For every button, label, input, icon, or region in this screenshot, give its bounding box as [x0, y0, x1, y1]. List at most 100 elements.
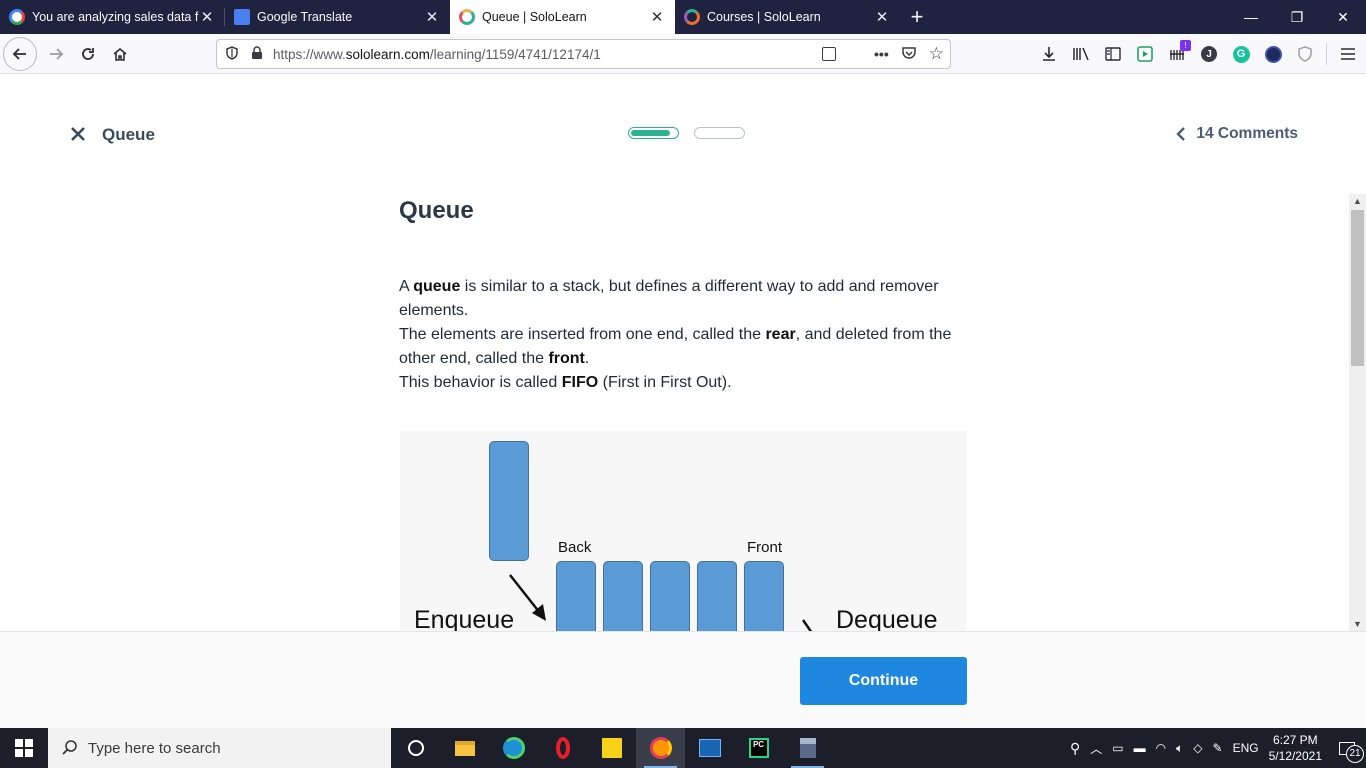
queue-element: [697, 561, 737, 631]
progress-step-2[interactable]: [694, 127, 745, 139]
meet-now-icon[interactable]: ▭: [1112, 741, 1123, 755]
language-indicator[interactable]: ENG: [1233, 741, 1259, 755]
reader-view-icon[interactable]: [822, 47, 837, 61]
window-controls: — ❐ ✕: [1228, 0, 1366, 34]
comments-link[interactable]: 14 Comments: [1176, 125, 1298, 143]
opera-icon[interactable]: [538, 728, 587, 768]
menu-icon[interactable]: [1337, 43, 1359, 65]
dropbox-icon[interactable]: ◇: [1193, 741, 1202, 755]
close-tab-icon[interactable]: ✕: [199, 8, 215, 26]
calculator-icon[interactable]: [783, 728, 832, 768]
taskbar-search[interactable]: Type here to search: [48, 728, 391, 768]
clock[interactable]: 6:27 PM 5/12/2021: [1269, 732, 1322, 764]
lesson-sentence: The elements are inserted from one end, …: [399, 323, 969, 371]
text-segment: is similar to a stack, but defines a dif…: [399, 278, 939, 319]
queue-element: [744, 561, 784, 631]
text-segment: .: [584, 350, 590, 367]
battery-icon[interactable]: ▬: [1134, 741, 1146, 755]
new-tab-button[interactable]: +: [900, 0, 934, 34]
edge-icon[interactable]: [489, 728, 538, 768]
lesson-content: Queue A queue is similar to a stack, but…: [399, 184, 969, 631]
cortana-icon[interactable]: [391, 728, 440, 768]
queue-element: [650, 561, 690, 631]
sep: [1326, 43, 1327, 65]
minimize-icon[interactable]: —: [1228, 0, 1274, 34]
windows-taskbar: Type here to search PC ⚲ ︿ ▭ ▬ ◠ 🔈︎ ◇ ✎ …: [0, 728, 1366, 768]
toolbar-icons: ! J G: [1038, 34, 1359, 74]
home-icon: [113, 47, 127, 61]
continue-button[interactable]: Continue: [800, 657, 967, 705]
lesson-header: Queue 14 Comments: [0, 74, 1366, 184]
forward-button[interactable]: [40, 38, 72, 70]
back-button[interactable]: [3, 36, 37, 71]
close-window-icon[interactable]: ✕: [1320, 0, 1366, 34]
close-tab-icon[interactable]: ✕: [874, 8, 890, 26]
lock-icon[interactable]: [251, 45, 263, 63]
notification-center-icon[interactable]: 21: [1332, 741, 1364, 763]
lesson-title: Queue: [399, 197, 474, 224]
bookmark-star-icon[interactable]: ☆: [929, 44, 944, 64]
url-text[interactable]: https://www.sololearn.com/learning/1159/…: [273, 47, 601, 62]
tracking-shield-icon[interactable]: [225, 45, 239, 63]
photos-icon[interactable]: [685, 728, 734, 768]
extension-olf-icon[interactable]: [1262, 43, 1284, 65]
library-icon[interactable]: [1070, 43, 1092, 65]
close-tab-icon[interactable]: ✕: [649, 8, 665, 26]
pen-icon[interactable]: ✎: [1213, 741, 1223, 755]
sticky-notes-icon[interactable]: [587, 728, 636, 768]
profile-j-icon[interactable]: J: [1198, 43, 1220, 65]
tab-courses-sololearn[interactable]: Courses | SoloLearn ✕: [675, 0, 900, 34]
close-lesson-icon[interactable]: [70, 122, 86, 148]
google-translate-icon: [234, 9, 250, 25]
firefox-icon[interactable]: [636, 728, 685, 768]
notification-count: 21: [1346, 744, 1364, 763]
home-button[interactable]: [104, 38, 136, 70]
people-icon[interactable]: ⚲: [1070, 740, 1080, 757]
reload-button[interactable]: [72, 38, 104, 70]
dequeue-arrow-icon: [801, 619, 813, 631]
tab-queue-sololearn[interactable]: Queue | SoloLearn ✕: [450, 0, 675, 34]
wifi-icon[interactable]: ◠: [1156, 741, 1166, 755]
tab-sales-data[interactable]: You are analyzing sales data fro ✕: [0, 0, 225, 34]
google-icon: [9, 9, 25, 25]
pycharm-icon[interactable]: PC: [734, 728, 783, 768]
search-placeholder: Type here to search: [88, 739, 221, 757]
bold-term: rear: [765, 326, 796, 343]
tab-google-translate[interactable]: Google Translate ✕: [225, 0, 450, 34]
lesson-text: A queue is similar to a stack, but defin…: [399, 275, 969, 395]
comments-count: 14 Comments: [1196, 125, 1298, 142]
volume-icon[interactable]: 🔈︎: [1176, 741, 1183, 756]
page-actions-icon[interactable]: •••: [874, 46, 889, 62]
bold-term: queue: [413, 278, 461, 295]
back-arrow-icon: [12, 47, 26, 60]
sololearn-icon: [684, 9, 700, 25]
extension-grid-icon[interactable]: !: [1166, 40, 1191, 65]
address-bar[interactable]: https://www.sololearn.com/learning/1159/…: [216, 39, 951, 69]
windows-logo-icon: [15, 739, 33, 757]
grammarly-icon[interactable]: G: [1230, 43, 1252, 65]
sidebar-icon[interactable]: [1102, 43, 1124, 65]
progress-step-1[interactable]: [628, 127, 679, 139]
incoming-element: [489, 441, 529, 561]
tab-title: Courses | SoloLearn: [707, 10, 821, 24]
pocket-icon[interactable]: [901, 46, 917, 63]
close-tab-icon[interactable]: ✕: [424, 8, 440, 26]
lesson-sentence: A queue is similar to a stack, but defin…: [399, 275, 969, 323]
downloads-icon[interactable]: [1038, 43, 1060, 65]
dequeue-label: Dequeue: [836, 606, 938, 631]
reload-icon: [82, 47, 94, 60]
scroll-up-icon[interactable]: ▲: [1349, 196, 1366, 206]
clock-date: 5/12/2021: [1268, 749, 1322, 763]
show-hidden-icon[interactable]: ︿: [1090, 740, 1102, 757]
shield-extension-icon[interactable]: [1294, 43, 1316, 65]
scroll-thumb[interactable]: [1351, 210, 1364, 366]
restore-icon[interactable]: ❐: [1274, 0, 1320, 34]
extension-video-icon[interactable]: [1134, 43, 1156, 65]
clock-time: 6:27 PM: [1272, 733, 1318, 747]
file-explorer-icon[interactable]: [440, 728, 489, 768]
system-tray: ⚲ ︿ ▭ ▬ ◠ 🔈︎ ◇ ✎ ENG 6:27 PM 5/12/2021 2…: [1070, 728, 1366, 768]
start-button[interactable]: [0, 728, 48, 768]
lesson-progress: [628, 127, 745, 139]
scroll-down-icon[interactable]: ▼: [1349, 619, 1366, 629]
content-scrollbar[interactable]: ▲ ▼: [1349, 194, 1366, 631]
